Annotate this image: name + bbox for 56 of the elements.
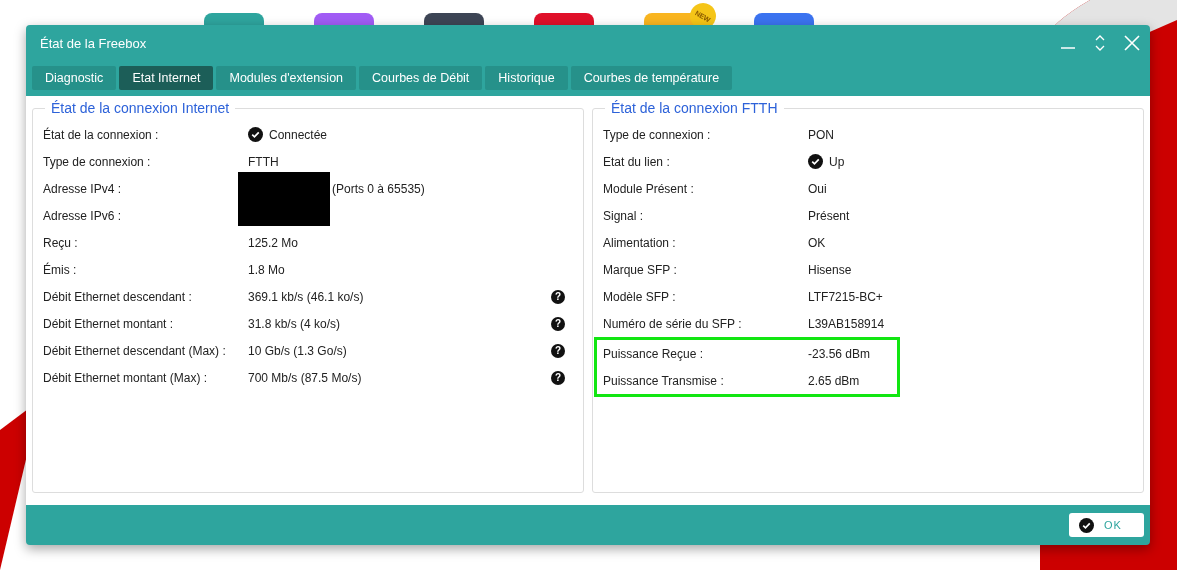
- field-label: Émis :: [43, 262, 78, 277]
- field-label: Débit Ethernet montant :: [43, 316, 175, 331]
- tab[interactable]: Courbes de température: [570, 66, 733, 90]
- field-value: OK: [808, 235, 826, 250]
- window-title: État de la Freebox: [40, 35, 148, 51]
- field-label: Modèle SFP :: [603, 289, 677, 304]
- field-value: L39AB158914: [808, 316, 885, 331]
- maximize-icon[interactable]: [1094, 33, 1106, 53]
- field-value: PON: [808, 127, 834, 142]
- field-label: Numéro de série du SFP :: [603, 316, 743, 331]
- panel-title: État de la connexion Internet: [45, 100, 236, 116]
- field-label: Débit Ethernet descendant (Max) :: [43, 343, 227, 358]
- field-label: Etat du lien :: [603, 154, 671, 169]
- field-value: 2.65 dBm: [808, 373, 860, 388]
- field-value: FTTH: [248, 154, 279, 169]
- help-icon[interactable]: ?: [551, 343, 565, 358]
- tab[interactable]: Historique: [485, 66, 568, 90]
- tab[interactable]: Courbes de Débit: [359, 66, 483, 90]
- field-value: Hisense: [808, 262, 852, 277]
- field-value: Oui: [808, 181, 827, 196]
- field-label: Type de connexion :: [603, 127, 712, 142]
- field-label: Module Présent :: [603, 181, 695, 196]
- field-label: Adresse IPv6 :: [43, 208, 123, 223]
- field-label: Débit Ethernet montant (Max) :: [43, 370, 209, 385]
- field-value: (Ports 0 à 65535): [332, 181, 425, 196]
- field-label: Signal :: [603, 208, 645, 223]
- field-value: LTF7215-BC+: [808, 289, 883, 304]
- field-label: Alimentation :: [603, 235, 677, 250]
- field-label: Reçu :: [43, 235, 79, 250]
- field-value: Up: [829, 154, 845, 169]
- ok-button[interactable]: OK: [1069, 513, 1144, 537]
- field-value: Connectée: [269, 127, 328, 142]
- help-icon[interactable]: ?: [551, 289, 565, 304]
- tab[interactable]: Diagnostic: [32, 66, 117, 90]
- field-label: Puissance Reçue :: [603, 346, 705, 361]
- help-icon[interactable]: ?: [551, 316, 565, 331]
- field-value: 369.1 kb/s (46.1 ko/s): [248, 289, 364, 304]
- field-label: Débit Ethernet descendant :: [43, 289, 193, 304]
- panel-title: État de la connexion FTTH: [605, 100, 784, 116]
- field-label: Marque SFP :: [603, 262, 678, 277]
- close-icon[interactable]: [1124, 35, 1140, 51]
- field-label: État de la connexion :: [43, 127, 160, 142]
- tab[interactable]: Etat Internet: [119, 66, 214, 90]
- field-value: 10 Gb/s (1.3 Go/s): [248, 343, 347, 358]
- check-circle-icon: [1079, 517, 1094, 533]
- field-label: Puissance Transmise :: [603, 373, 725, 388]
- field-value: 1.8 Mo: [248, 262, 285, 277]
- field-value: 125.2 Mo: [248, 235, 299, 250]
- field-value: -23.56 dBm: [808, 346, 871, 361]
- field-value: 700 Mb/s (87.5 Mo/s): [248, 370, 362, 385]
- tab[interactable]: Modules d'extension: [216, 66, 357, 90]
- help-icon[interactable]: ?: [551, 370, 565, 385]
- field-value: 31.8 kb/s (4 ko/s): [248, 316, 341, 331]
- field-label: Type de connexion :: [43, 154, 152, 169]
- field-value: Présent: [808, 208, 850, 223]
- field-label: Adresse IPv4 :: [43, 181, 123, 196]
